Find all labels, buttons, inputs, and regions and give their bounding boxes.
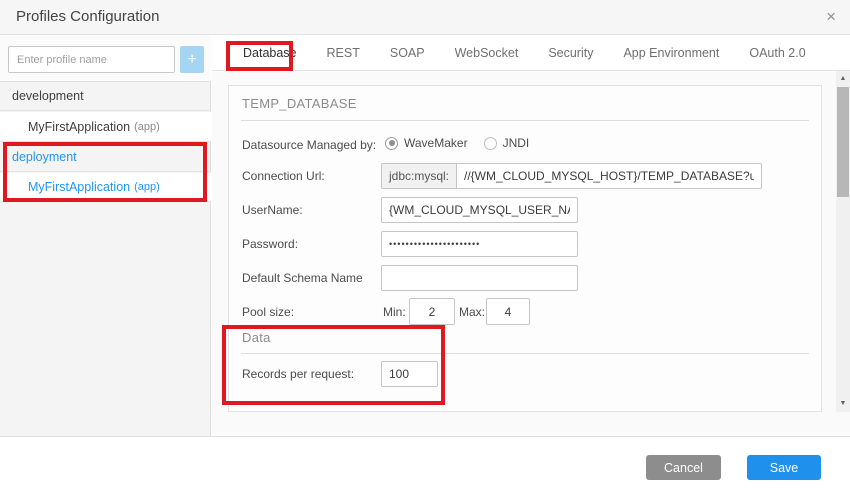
- password-input[interactable]: [381, 231, 578, 257]
- dialog-footer: Cancel Save: [0, 436, 850, 495]
- app-label: MyFirstApplication: [28, 120, 130, 134]
- section-title-data: Data: [242, 330, 271, 345]
- profile-name-input[interactable]: [8, 46, 175, 73]
- scroll-down-icon[interactable]: ▼: [836, 398, 850, 410]
- close-icon[interactable]: ×: [826, 7, 836, 27]
- profiles-configuration-dialog: Profiles Configuration × + development M…: [0, 0, 850, 495]
- records-per-request-input[interactable]: [381, 361, 438, 387]
- radio-wavemaker[interactable]: [385, 137, 398, 150]
- datasource-managed-label: Datasource Managed by:: [242, 138, 376, 152]
- profile-add-row: +: [0, 35, 211, 82]
- default-schema-input[interactable]: [381, 265, 578, 291]
- tab-app-environment[interactable]: App Environment: [618, 35, 724, 71]
- config-tabbar: Database REST SOAP WebSocket Security Ap…: [212, 35, 850, 71]
- dialog-title: Profiles Configuration: [16, 8, 159, 25]
- profile-label: development: [12, 89, 84, 103]
- pool-min-label: Min:: [383, 305, 406, 319]
- tab-database[interactable]: Database: [238, 35, 302, 71]
- scrollbar-thumb[interactable]: [837, 87, 849, 197]
- save-button[interactable]: Save: [747, 455, 821, 480]
- app-suffix: (app): [134, 121, 160, 133]
- sidebar-item-development[interactable]: development: [0, 82, 211, 111]
- radio-jndi[interactable]: [484, 137, 497, 150]
- cancel-button[interactable]: Cancel: [646, 455, 721, 480]
- database-settings-panel: TEMP_DATABASE Datasource Managed by: Wav…: [228, 85, 822, 412]
- pool-max-input[interactable]: [486, 298, 530, 325]
- default-schema-label: Default Schema Name: [242, 271, 363, 285]
- profiles-sidebar: + development MyFirstApplication (app) d…: [0, 35, 211, 436]
- radio-wavemaker-label: WaveMaker: [404, 136, 468, 150]
- connection-url-input[interactable]: [456, 163, 762, 189]
- datasource-radio-group: WaveMaker JNDI: [385, 136, 529, 150]
- pool-max-label: Max:: [459, 305, 485, 319]
- password-label: Password:: [242, 237, 298, 251]
- connection-url-label: Connection Url:: [242, 169, 325, 183]
- section-divider: [241, 120, 809, 121]
- sidebar-item-myfirstapplication-development[interactable]: MyFirstApplication (app): [0, 112, 211, 142]
- scrollbar[interactable]: ▲ ▼: [836, 71, 850, 412]
- sidebar-item-myfirstapplication-deployment[interactable]: MyFirstApplication (app): [0, 173, 211, 202]
- tab-websocket[interactable]: WebSocket: [450, 35, 524, 71]
- pool-min-input[interactable]: [409, 298, 455, 325]
- tab-security[interactable]: Security: [543, 35, 598, 71]
- username-label: UserName:: [242, 203, 303, 217]
- app-label: MyFirstApplication: [28, 180, 130, 194]
- app-suffix: (app): [134, 181, 160, 193]
- tab-oauth[interactable]: OAuth 2.0: [744, 35, 810, 71]
- pool-size-label: Pool size:: [242, 305, 294, 319]
- tab-rest[interactable]: REST: [322, 35, 365, 71]
- username-input[interactable]: [381, 197, 578, 223]
- profile-label: deployment: [12, 150, 77, 164]
- scroll-up-icon[interactable]: ▲: [836, 73, 850, 85]
- tab-content-database: TEMP_DATABASE Datasource Managed by: Wav…: [212, 71, 850, 436]
- dialog-titlebar: Profiles Configuration ×: [0, 0, 850, 35]
- add-profile-button[interactable]: +: [180, 46, 204, 73]
- section-divider: [241, 353, 809, 354]
- section-title-temp-database: TEMP_DATABASE: [242, 96, 357, 111]
- radio-jndi-label: JNDI: [503, 136, 530, 150]
- tab-soap[interactable]: SOAP: [385, 35, 430, 71]
- jdbc-prefix-box: jdbc:mysql:: [381, 163, 457, 189]
- sidebar-item-deployment[interactable]: deployment: [0, 143, 211, 172]
- records-per-request-label: Records per request:: [242, 367, 354, 381]
